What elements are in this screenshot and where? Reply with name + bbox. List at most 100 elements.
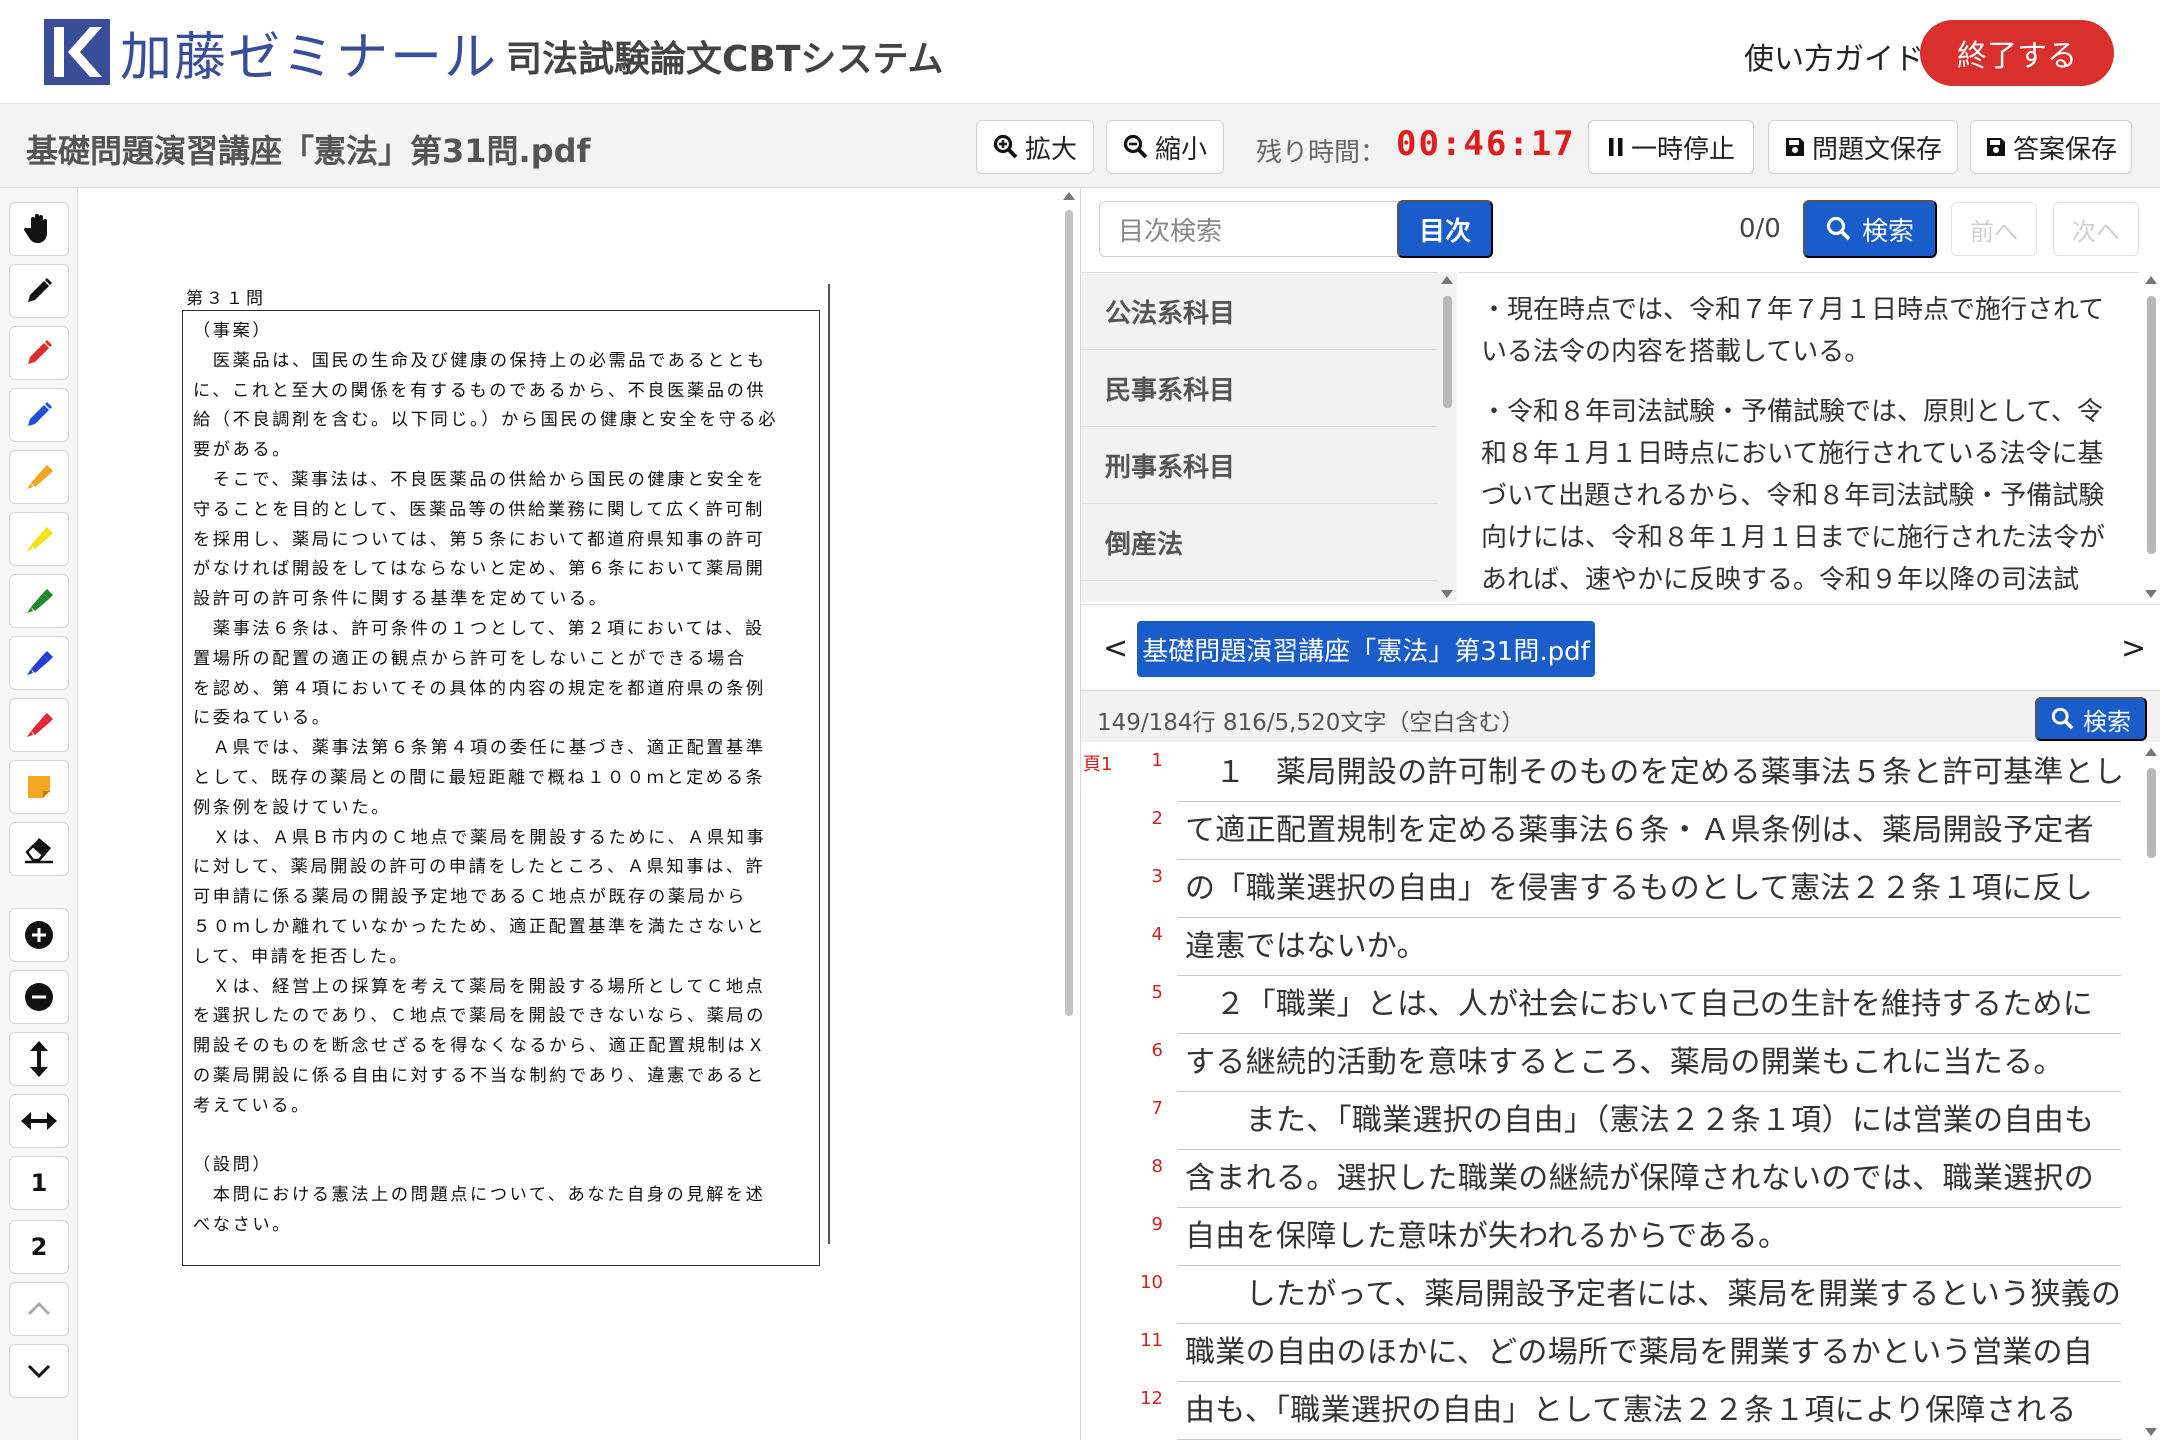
toc-button[interactable]: 目次 — [1397, 200, 1493, 258]
answer-line-text[interactable]: したがって、薬局開設予定者には、薬局を開業するという狭義の — [1177, 1266, 2121, 1324]
orange-highlighter-button[interactable] — [9, 450, 69, 504]
question-line: べなさい。 — [193, 1214, 292, 1235]
toc-scrollbar[interactable] — [1437, 272, 1457, 602]
answer-row[interactable]: 5 ２「職業」とは、人が社会において自己の生計を維持するために — [1081, 976, 2141, 1034]
answer-row[interactable]: 9 自由を保障した意味が失われるからである。 — [1081, 1208, 2141, 1266]
hand-tool-button[interactable] — [9, 202, 69, 256]
answer-line-text[interactable]: 由も、「職業選択の自由」として憲法２２条１項により保障される — [1177, 1382, 2121, 1440]
answer-row[interactable]: 2 て適正配置規制を定める薬事法６条・Ａ県条例は、薬局開設予定者 — [1081, 802, 2141, 860]
question-line: 開設そのものを断念せざるを得なくなるから、適正配置規制はＸ — [193, 1036, 767, 1057]
question-line: Ａ県では、薬事法第６条第４項の委任に基づき、適正配置基準 — [193, 738, 766, 759]
answer-line-text[interactable]: また、「職業選択の自由」（憲法２２条１項）には営業の自由も — [1177, 1092, 2121, 1150]
pdf-viewer[interactable]: 第３１問 （事案） 医薬品は、国民の生命及び健康の保持上の必需品であるととも に、… — [78, 188, 1078, 1440]
eraser-button[interactable] — [9, 822, 69, 876]
scroll-up-arrow[interactable] — [1063, 192, 1075, 200]
toc-item-civil-law[interactable]: 民事系科目 — [1081, 350, 1441, 427]
next-hit-button[interactable]: 次へ — [2053, 202, 2139, 256]
save-answer-icon — [1986, 138, 2005, 156]
black-pen-button[interactable] — [9, 264, 69, 318]
answer-line-text[interactable]: 自由を保障した意味が失われるからである。 — [1177, 1208, 2121, 1266]
answer-editor[interactable]: 頁1 1 １ 薬局開設の許可制そのものを定める薬事法５条と許可基準とし 2 て適正配置… — [1081, 744, 2160, 1440]
logo: 加藤ゼミナール — [44, 18, 498, 88]
answer-row[interactable]: 3 の「職業選択の自由」を侵害するものとして憲法２２条１項に反し — [1081, 860, 2141, 918]
save-answer-label: 答案保存 — [2012, 133, 2117, 164]
save-question-button[interactable]: 問題文保存 — [1768, 120, 1958, 174]
usage-guide-link[interactable]: 使い方ガイド — [1744, 34, 1924, 78]
answer-row[interactable]: 11 職業の自由のほかに、どの場所で薬局を開業するかという営業の自 — [1081, 1324, 2141, 1382]
question-line: 要がある。 — [193, 440, 292, 461]
answer-search-button[interactable]: 検索 — [2035, 697, 2147, 741]
toc-item-public-law[interactable]: 公法系科目 — [1081, 273, 1441, 350]
answer-row[interactable]: 7 また、「職業選択の自由」（憲法２２条１項）には営業の自由も — [1081, 1092, 2141, 1150]
chevron-down-icon — [27, 1364, 51, 1379]
toc-scrollbar-thumb[interactable] — [1443, 296, 1452, 408]
answer-line-text[interactable]: の「職業選択の自由」を侵害するものとして憲法２２条１項に反し — [1177, 860, 2121, 918]
question-line: を認め、第４項においてその具体的内容の規定を都道府県の条例 — [193, 678, 766, 699]
fit-width-button[interactable] — [9, 1094, 69, 1148]
answer-line-text[interactable]: １ 薬局開設の許可制そのものを定める薬事法５条と許可基準とし — [1177, 744, 2124, 802]
question-line: に、これと至大の関係を有するものであるから、不良医薬品の供 — [193, 380, 767, 401]
answer-line-text[interactable]: 職業の自由のほかに、どの場所で薬局を開業するかという営業の自 — [1177, 1324, 2121, 1382]
toc-scroll-up-arrow[interactable] — [1441, 276, 1453, 284]
page-2-button[interactable]: 2 — [9, 1220, 69, 1274]
zoom-minus-icon — [25, 983, 53, 1011]
toc-item-criminal-law[interactable]: 刑事系科目 — [1081, 427, 1441, 504]
answer-scrollbar-thumb[interactable] — [2147, 768, 2156, 858]
file-tab-active[interactable]: 基礎問題演習講座「憲法」第31問.pdf — [1137, 621, 1595, 677]
answer-scrollbar[interactable] — [2141, 744, 2160, 1440]
blue-pen-button[interactable] — [9, 388, 69, 442]
law-search-button[interactable]: 検索 — [1803, 200, 1937, 258]
green-highlighter-button[interactable] — [9, 574, 69, 628]
answer-row[interactable]: 10 したがって、薬局開設予定者には、薬局を開業するという狭義の — [1081, 1266, 2141, 1324]
answer-row[interactable]: 12 由も、「職業選択の自由」として憲法２２条１項により保障される — [1081, 1382, 2141, 1440]
sticky-note-button[interactable] — [9, 760, 69, 814]
file-tab-next[interactable]: > — [2121, 631, 2146, 666]
question-line: を採用し、薬局については、第５条において都道府県知事の許可 — [193, 529, 766, 550]
answer-line-text[interactable]: 含まれる。選択した職業の継続が保障されないのでは、職業選択の — [1177, 1150, 2121, 1208]
yellow-highlighter-button[interactable] — [9, 512, 69, 566]
question-line: そこで、薬事法は、不良医薬品の供給から国民の健康と安全を — [193, 469, 767, 490]
question-line: として、既存の薬局との間に最短距離で概ね１００ｍと定める条 — [193, 767, 766, 788]
page-1-button[interactable]: 1 — [9, 1156, 69, 1210]
answer-scroll-down-arrow[interactable] — [2145, 1428, 2157, 1436]
zoom-plus-button[interactable] — [9, 908, 69, 962]
answer-line-text[interactable]: する継続的活動を意味するところ、薬局の開業もこれに当たる。 — [1177, 1034, 2121, 1092]
blue-highlighter-button[interactable] — [9, 636, 69, 690]
answer-row[interactable]: 4 違憲ではないか。 — [1081, 918, 2141, 976]
zoom-minus-button[interactable] — [9, 970, 69, 1024]
answer-row[interactable]: 8 含まれる。選択した職業の継続が保障されないのでは、職業選択の — [1081, 1150, 2141, 1208]
zoom-in-button[interactable]: 拡大 — [976, 120, 1094, 174]
notice-scroll-up-arrow[interactable] — [2145, 276, 2157, 284]
fit-height-button[interactable] — [9, 1032, 69, 1086]
prev-page-button[interactable] — [9, 1282, 69, 1336]
system-title: 司法試験論文CBTシステム — [506, 39, 944, 80]
next-page-button[interactable] — [9, 1344, 69, 1398]
exit-button[interactable]: 終了する — [1920, 20, 2114, 86]
notice-scroll-down-arrow[interactable] — [2145, 590, 2157, 598]
pdf-scrollbar-thumb[interactable] — [1065, 210, 1073, 1016]
red-highlighter-button[interactable] — [9, 698, 69, 752]
toc-scroll-down-arrow[interactable] — [1441, 590, 1453, 598]
answer-row[interactable]: 6 する継続的活動を意味するところ、薬局の開業もこれに当たる。 — [1081, 1034, 2141, 1092]
pdf-scrollbar[interactable] — [1062, 188, 1076, 1440]
pen-red-icon — [28, 340, 52, 364]
answer-line-text[interactable]: て適正配置規制を定める薬事法６条・Ａ県条例は、薬局開設予定者 — [1177, 802, 2121, 860]
toc-item-bankruptcy-law[interactable]: 倒産法 — [1081, 504, 1441, 581]
notice-scrollbar[interactable] — [2141, 272, 2160, 602]
notice-text: ・現在時点では、令和７年７月１日時点で施行されている法令の内容を搭載している。 … — [1459, 272, 2139, 602]
prev-hit-button[interactable]: 前へ — [1951, 202, 2037, 256]
pause-button[interactable]: 一時停止 — [1588, 120, 1754, 174]
question-line: がなければ開設をしてはならないと定め、第６条において薬局開 — [193, 559, 766, 580]
answer-row[interactable]: 頁1 1 １ 薬局開設の許可制そのものを定める薬事法５条と許可基準とし — [1081, 744, 2141, 802]
question-box: （事案） 医薬品は、国民の生命及び健康の保持上の必需品であるととも に、これと至大… — [182, 310, 820, 1266]
answer-line-text[interactable]: 違憲ではないか。 — [1177, 918, 2121, 976]
red-pen-button[interactable] — [9, 326, 69, 380]
file-tab-prev[interactable]: < — [1103, 631, 1128, 666]
notice-scrollbar-thumb[interactable] — [2147, 296, 2156, 554]
toc-search-input[interactable]: 目次検索 — [1099, 201, 1419, 257]
answer-scroll-up-arrow[interactable] — [2145, 748, 2157, 756]
zoom-out-button[interactable]: 縮小 — [1106, 120, 1224, 174]
logo-text: 加藤ゼミナール — [120, 27, 499, 88]
answer-line-text[interactable]: ２「職業」とは、人が社会において自己の生計を維持するために — [1177, 976, 2121, 1034]
save-answer-button[interactable]: 答案保存 — [1970, 120, 2132, 174]
